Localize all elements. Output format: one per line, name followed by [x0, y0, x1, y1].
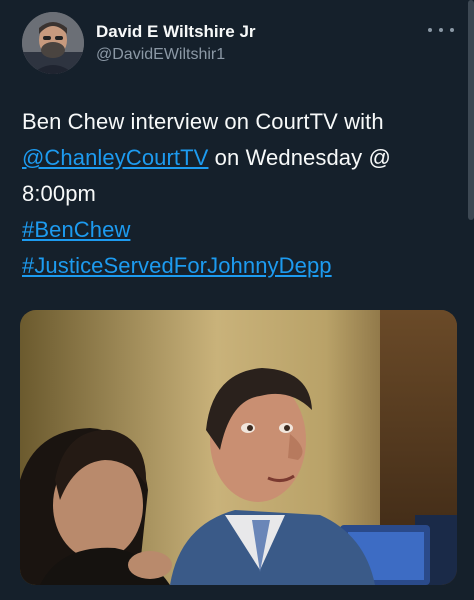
more-options-icon[interactable] — [428, 20, 454, 40]
tweet-text: Ben Chew interview on CourtTV with @Chan… — [22, 104, 462, 284]
hashtag-link[interactable]: #JusticeServedForJohnnyDepp — [22, 253, 332, 278]
tweet-text-line-2-rest: on Wednesday @ — [208, 145, 391, 170]
hashtag-line-2: #JusticeServedForJohnnyDepp — [22, 248, 462, 284]
tweet-media-photo[interactable] — [20, 310, 457, 585]
author-display-name[interactable]: David E Wiltshire Jr — [96, 22, 256, 42]
hashtag-link[interactable]: #BenChew — [22, 217, 130, 242]
tweet-text-line-3: 8:00pm — [22, 181, 96, 206]
avatar-photo — [22, 12, 84, 74]
tweet-text-line-1: Ben Chew interview on CourtTV with — [22, 109, 384, 134]
courtroom-photo — [20, 310, 457, 585]
tweet-text-line-2: @ChanleyCourtTV on Wednesday @ — [22, 140, 462, 176]
mention-link[interactable]: @ChanleyCourtTV — [22, 145, 208, 170]
author-handle[interactable]: @DavidEWiltshir1 — [96, 45, 225, 65]
hashtag-line-1: #BenChew — [22, 212, 462, 248]
author-avatar[interactable] — [22, 12, 84, 74]
scrollbar[interactable] — [468, 0, 474, 220]
tweet-card: David E Wiltshire Jr @DavidEWiltshir1 Be… — [0, 0, 474, 600]
